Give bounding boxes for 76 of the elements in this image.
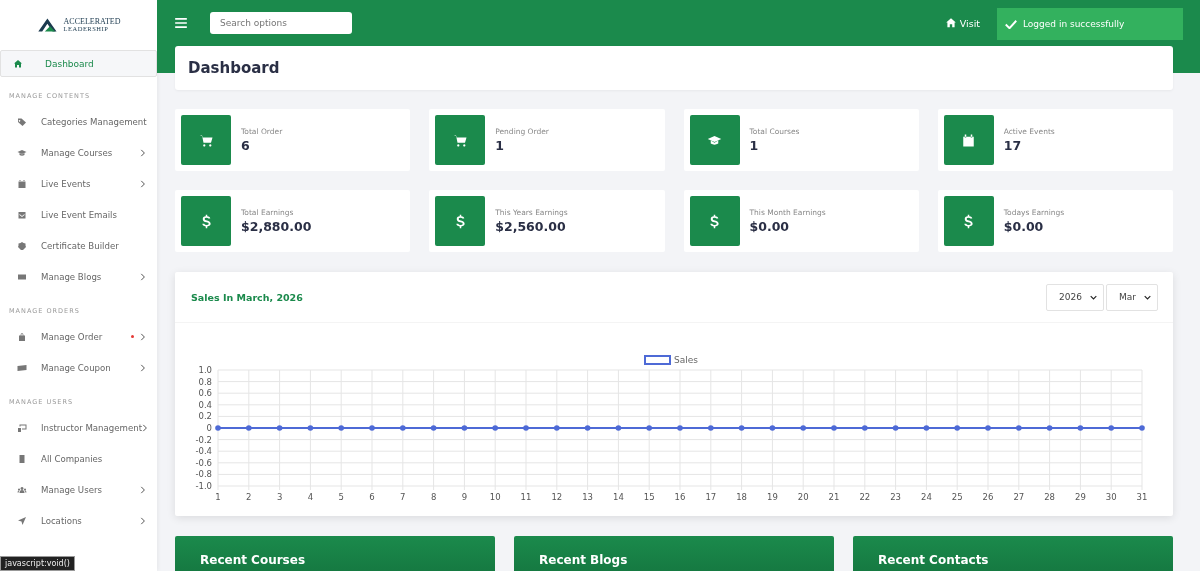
- x-tick-label: 10: [489, 492, 501, 502]
- y-tick-label: 0.6: [198, 388, 212, 399]
- chart-title: Sales In March, 2026: [191, 291, 303, 303]
- logo-title: ACCELERATED: [63, 17, 121, 26]
- sidebar-item[interactable]: Categories Management: [0, 106, 157, 137]
- panel-title: Recent Contacts: [878, 553, 989, 567]
- x-tick-label: 7: [400, 492, 406, 502]
- y-tick-label: 0.2: [198, 411, 212, 422]
- x-tick-label: 11: [520, 492, 532, 502]
- sidebar-item[interactable]: Manage Order: [0, 321, 157, 352]
- sidebar-item[interactable]: Manage Coupon: [0, 352, 157, 383]
- stat-value: $2,880.00: [241, 219, 312, 234]
- stat-value: 17: [1003, 138, 1023, 153]
- stat-value: 1: [749, 138, 760, 153]
- sidebar-item[interactable]: Live Event Emails: [0, 199, 157, 230]
- x-tick-label: 17: [705, 492, 717, 502]
- y-tick-label: -0.6: [195, 457, 212, 468]
- stat-value: $2,560.00: [495, 219, 567, 234]
- x-tick-label: 31: [1136, 492, 1148, 502]
- sidebar-item[interactable]: Live Events: [0, 168, 157, 199]
- stat-value: 1: [495, 138, 505, 153]
- y-tick-label: -0.2: [195, 434, 212, 445]
- x-tick-label: 21: [828, 492, 840, 502]
- sidebar-item[interactable]: Locations: [0, 505, 157, 536]
- y-tick-label: 0.8: [198, 376, 212, 387]
- y-tick-label: -0.8: [195, 469, 212, 480]
- x-tick-label: 25: [951, 492, 963, 502]
- x-tick-label: 18: [736, 492, 747, 502]
- page-title: Dashboard: [188, 59, 280, 77]
- stat-value: $0.00: [1003, 219, 1045, 234]
- y-tick-label: -1.0: [195, 481, 212, 491]
- toast-message: Logged in successfully: [1023, 19, 1125, 29]
- y-tick-label: 0.4: [198, 399, 212, 410]
- status-tooltip: javascript:void(): [0, 556, 75, 571]
- search-field[interactable]: Search options: [210, 12, 352, 34]
- x-tick-label: 19: [767, 492, 778, 502]
- sidebar-item[interactable]: Certificate Builder: [0, 230, 157, 261]
- x-tick-label: 4: [307, 492, 314, 502]
- legend-label: Sales: [674, 355, 698, 365]
- x-tick-label: 5: [338, 492, 344, 502]
- x-tick-label: 24: [921, 492, 932, 502]
- panel-title: Recent Courses: [200, 553, 306, 567]
- y-tick-label: -0.4: [195, 446, 212, 457]
- x-tick-label: 23: [890, 492, 901, 502]
- y-tick-label: 1.0: [198, 365, 212, 375]
- y-tick-label: 0: [206, 423, 212, 433]
- stat-value: 6: [241, 138, 251, 153]
- panel-title: Recent Blogs: [539, 553, 628, 567]
- visit-link[interactable]: Visit: [944, 17, 980, 29]
- x-tick-label: 29: [1075, 492, 1086, 502]
- x-tick-label: 30: [1105, 492, 1117, 502]
- x-tick-label: 1: [215, 492, 221, 502]
- sidebar-item[interactable]: Dashboard: [0, 50, 157, 77]
- sidebar-item[interactable]: All Companies: [0, 443, 157, 474]
- sidebar-item[interactable]: Manage Blogs: [0, 261, 157, 292]
- x-tick-label: 14: [613, 492, 624, 502]
- x-tick-label: 13: [582, 492, 593, 502]
- x-tick-label: 28: [1044, 492, 1055, 502]
- year-select[interactable]: 2026: [1046, 283, 1104, 311]
- x-tick-label: 20: [797, 492, 809, 502]
- x-tick-label: 16: [674, 492, 686, 502]
- x-tick-label: 9: [461, 492, 468, 502]
- x-tick-label: 15: [643, 492, 655, 502]
- x-tick-label: 12: [551, 492, 563, 502]
- x-tick-label: 22: [859, 492, 871, 502]
- month-select[interactable]: Mar: [1106, 283, 1158, 311]
- sidebar-item[interactable]: Instructor Management: [0, 412, 157, 443]
- x-tick-label: 27: [1013, 492, 1025, 502]
- x-tick-label: 3: [276, 492, 283, 502]
- sidebar-item[interactable]: Manage Users: [0, 474, 157, 505]
- x-tick-label: 26: [982, 492, 994, 502]
- x-tick-label: 6: [369, 492, 375, 502]
- x-tick-label: 8: [430, 492, 437, 502]
- sidebar-item[interactable]: Manage Courses: [0, 137, 157, 168]
- stat-value: $0.00: [749, 219, 791, 234]
- x-tick-label: 2: [246, 492, 252, 502]
